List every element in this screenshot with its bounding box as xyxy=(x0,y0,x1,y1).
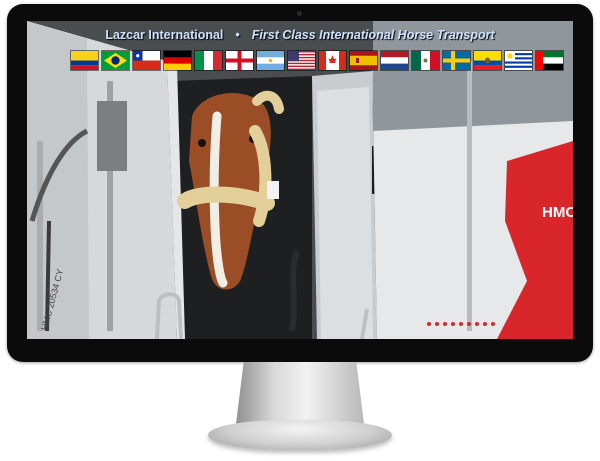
germany-flag[interactable] xyxy=(164,51,191,70)
colombia-flag[interactable] xyxy=(71,51,98,70)
uruguay-flag[interactable] xyxy=(505,51,532,70)
england-flag[interactable] xyxy=(226,51,253,70)
monitor-base xyxy=(208,420,392,450)
monitor-stand xyxy=(236,362,364,424)
website-screen: HMC HMC 20534 CY Lazcar International • … xyxy=(27,21,573,339)
ecuador-flag[interactable] xyxy=(474,51,501,70)
usa-flag[interactable] xyxy=(288,51,315,70)
brand-name[interactable]: Lazcar International xyxy=(105,28,223,42)
argentina-flag[interactable] xyxy=(257,51,284,70)
chile-flag[interactable] xyxy=(133,51,160,70)
canada-flag[interactable] xyxy=(319,51,346,70)
uae-flag[interactable] xyxy=(536,51,563,70)
site-tagline: First Class International Horse Transpor… xyxy=(251,28,495,42)
brazil-flag[interactable] xyxy=(102,51,129,70)
webcam-icon xyxy=(297,11,302,16)
monitor: HMC HMC 20534 CY Lazcar International • … xyxy=(7,4,593,362)
netherlands-flag[interactable] xyxy=(381,51,408,70)
country-flags-bar xyxy=(71,51,563,70)
truck-brand-text: HMC xyxy=(542,204,573,221)
italy-flag[interactable] xyxy=(195,51,222,70)
spain-flag[interactable] xyxy=(350,51,377,70)
site-header: Lazcar International • First Class Inter… xyxy=(27,21,573,49)
mexico-flag[interactable] xyxy=(412,51,439,70)
sweden-flag[interactable] xyxy=(443,51,470,70)
header-separator: • xyxy=(235,28,240,42)
